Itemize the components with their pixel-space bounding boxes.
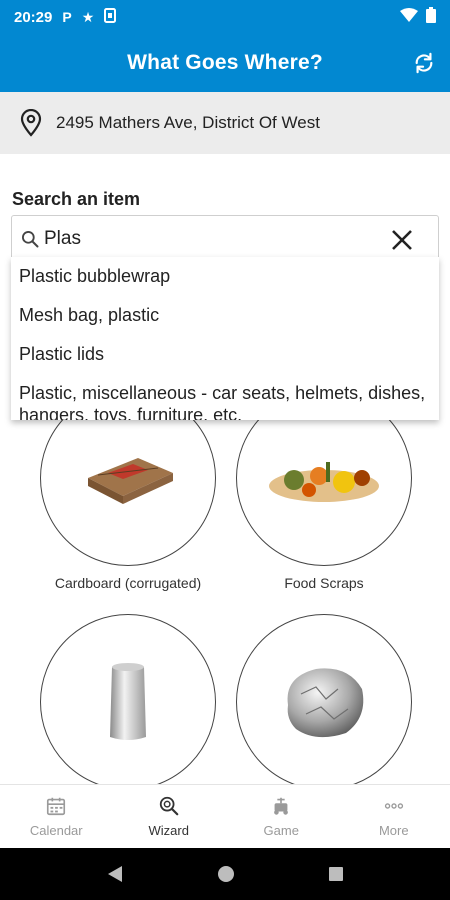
suggestion-item[interactable]: Plastic, miscellaneous - car seats, helm… [11,374,439,420]
calendar-icon [47,797,66,816]
aluminum-foil-ball-image [236,614,412,784]
suggestion-item[interactable]: Mesh bag, plastic [11,296,439,335]
nav-label: Game [263,823,299,838]
nav-label: Wizard [148,823,189,838]
recents-icon[interactable] [328,866,344,882]
home-icon[interactable] [216,864,236,884]
search-box [11,215,439,263]
wizard-search-icon [159,796,179,816]
category-tile-foil[interactable] [236,614,412,784]
star-icon: ★ [81,8,95,25]
more-icon [384,803,403,809]
aluminum-can-image [40,614,216,784]
nav-label: More [378,823,409,838]
address-bar[interactable]: 2495 Mathers Ave, District Of West [0,92,450,154]
search-icon [22,231,39,248]
suggestion-item[interactable]: Plastic lids [11,335,439,374]
sim-icon [104,8,117,26]
refresh-button[interactable] [408,47,440,79]
nav-label: Calendar [29,823,83,838]
status-time: 20:29 [14,8,53,26]
nav-calendar[interactable]: Calendar [0,785,113,848]
category-label: Cardboard (corrugated) [54,575,202,591]
bottom-nav: Calendar Wizard Game More [0,784,450,848]
category-label: Food Scraps [284,575,364,591]
clear-search-button[interactable] [390,228,414,252]
location-pin-icon [20,109,42,137]
address-text: 2495 Mathers Ave, District Of West [56,113,320,132]
app-bar: What Goes Where? [0,34,450,92]
page-title: What Goes Where? [127,51,323,74]
parking-icon: P [62,9,72,25]
category-tile-cardboard[interactable]: Cardboard (corrugated) [40,390,216,592]
nav-more[interactable]: More [338,785,450,848]
category-tile-food-scraps[interactable]: Food Scraps [236,390,412,592]
game-icon [274,797,289,815]
suggestion-item[interactable]: Plastic bubblewrap [11,257,439,296]
autocomplete-dropdown: Plastic bubblewrap Mesh bag, plastic Pla… [11,257,439,420]
wifi-icon [400,8,418,26]
back-icon[interactable] [106,865,124,883]
system-nav-bar [0,848,450,900]
status-bar: 20:29 P ★ [0,0,450,34]
search-label: Search an item [12,189,141,209]
battery-icon [426,7,436,27]
search-input[interactable] [44,228,384,250]
nav-game[interactable]: Game [225,785,338,848]
nav-wizard[interactable]: Wizard [113,785,226,848]
category-tile-cans[interactable] [40,614,216,784]
refresh-icon [415,52,433,74]
